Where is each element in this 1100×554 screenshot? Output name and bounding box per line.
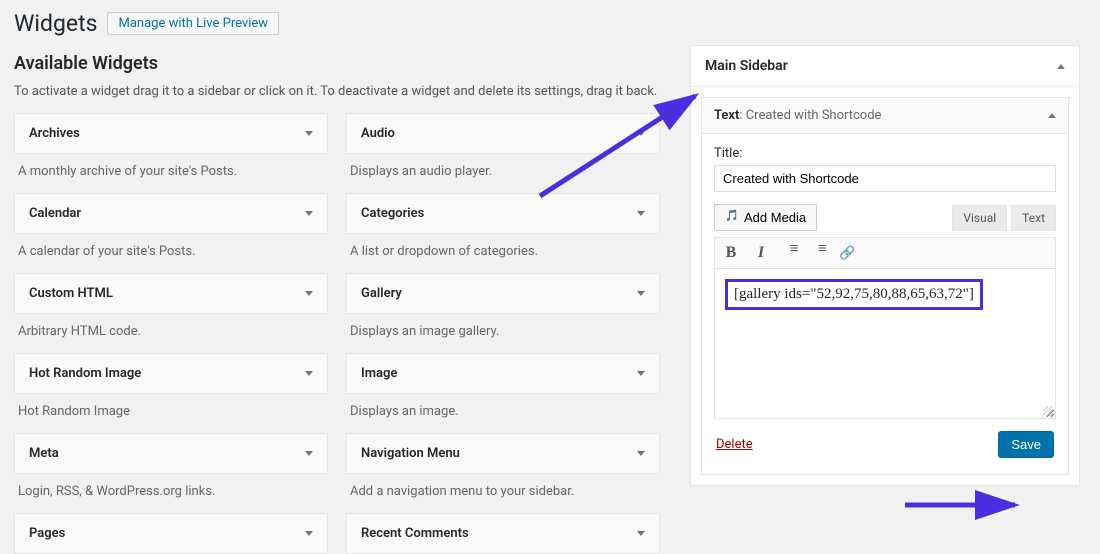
- available-widget-header[interactable]: Categories: [346, 193, 660, 234]
- bullet-list-button[interactable]: [783, 244, 797, 258]
- available-widget-name: Categories: [361, 206, 424, 221]
- title-input[interactable]: [714, 165, 1056, 192]
- available-widget-name: Hot Random Image: [29, 366, 141, 381]
- sidebar-area-title: Main Sidebar: [705, 58, 788, 74]
- available-widget-header[interactable]: Meta: [14, 433, 328, 474]
- available-widget-desc: Displays an image gallery.: [346, 314, 660, 353]
- available-widget: Gallery Displays an image gallery.: [346, 273, 660, 353]
- chevron-down-icon: [637, 211, 645, 216]
- available-widget-desc: Displays an audio player.: [346, 154, 660, 193]
- chevron-down-icon: [637, 531, 645, 536]
- available-widget: Calendar A calendar of your site's Posts.: [14, 193, 328, 273]
- delete-link[interactable]: Delete: [716, 437, 753, 452]
- italic-button[interactable]: I: [753, 244, 769, 262]
- sidebar-area-header[interactable]: Main Sidebar: [691, 46, 1079, 87]
- live-preview-button[interactable]: Manage with Live Preview: [107, 12, 279, 35]
- available-widget-header[interactable]: Archives: [14, 113, 328, 154]
- chevron-down-icon: [305, 131, 313, 136]
- chevron-down-icon: [305, 451, 313, 456]
- available-widget-name: Pages: [29, 526, 65, 541]
- available-widget-header[interactable]: Navigation Menu: [346, 433, 660, 474]
- available-widget-header[interactable]: Calendar: [14, 193, 328, 234]
- available-widget-desc: A monthly archive of your site's Posts.: [14, 154, 328, 193]
- available-widget: Hot Random Image Hot Random Image: [14, 353, 328, 433]
- available-widget-desc: Login, RSS, & WordPress.org links.: [14, 474, 328, 513]
- widget-text-header[interactable]: Text: Created with Shortcode: [701, 97, 1069, 134]
- chevron-up-icon: [1048, 113, 1056, 118]
- chevron-down-icon: [305, 291, 313, 296]
- bold-button[interactable]: B: [723, 244, 739, 262]
- number-list-button[interactable]: [811, 244, 825, 258]
- chevron-up-icon: [1057, 64, 1065, 69]
- add-media-label: Add Media: [744, 210, 806, 225]
- tab-visual[interactable]: Visual: [952, 205, 1007, 231]
- chevron-down-icon: [305, 371, 313, 376]
- available-widget-name: Image: [361, 366, 397, 381]
- resize-handle-icon[interactable]: [1043, 406, 1053, 416]
- available-widget: Navigation Menu Add a navigation menu to …: [346, 433, 660, 513]
- chevron-down-icon: [305, 211, 313, 216]
- available-widget-desc: Hot Random Image: [14, 394, 328, 433]
- available-widget: Meta Login, RSS, & WordPress.org links.: [14, 433, 328, 513]
- available-widgets-hint: To activate a widget drag it to a sideba…: [14, 84, 660, 99]
- chevron-down-icon: [637, 451, 645, 456]
- available-widget-header[interactable]: Gallery: [346, 273, 660, 314]
- content-editor[interactable]: [gallery ids="52,92,75,80,88,65,63,72"]: [714, 269, 1056, 419]
- shortcode-text: [gallery ids="52,92,75,80,88,65,63,72"]: [725, 279, 983, 310]
- available-widget-name: Calendar: [29, 206, 81, 221]
- widget-instance-name: Created with Shortcode: [746, 108, 882, 123]
- page-title: Widgets: [14, 10, 97, 37]
- available-widget-desc: A list or dropdown of categories.: [346, 234, 660, 273]
- available-widget: Image Displays an image.: [346, 353, 660, 433]
- available-widget-name: Navigation Menu: [361, 446, 460, 461]
- available-widget: Archives A monthly archive of your site's…: [14, 113, 328, 193]
- available-widget-name: Audio: [361, 126, 395, 141]
- available-widget-header[interactable]: Pages: [14, 513, 328, 554]
- available-widget-header[interactable]: Audio: [346, 113, 660, 154]
- available-widget-name: Recent Comments: [361, 526, 469, 541]
- available-widget: Recent Comments: [346, 513, 660, 554]
- chevron-down-icon: [305, 531, 313, 536]
- chevron-down-icon: [637, 291, 645, 296]
- available-widget-desc: Add a navigation menu to your sidebar.: [346, 474, 660, 513]
- available-widget-name: Meta: [29, 446, 59, 461]
- available-widget-name: Gallery: [361, 286, 402, 301]
- media-icon: [725, 211, 739, 225]
- add-media-button[interactable]: Add Media: [714, 204, 817, 231]
- chevron-down-icon: [637, 371, 645, 376]
- save-button[interactable]: Save: [998, 431, 1054, 458]
- available-widget-header[interactable]: Hot Random Image: [14, 353, 328, 394]
- available-widget-name: Custom HTML: [29, 286, 113, 301]
- available-widget-header[interactable]: Custom HTML: [14, 273, 328, 314]
- available-widget-name: Archives: [29, 126, 80, 141]
- available-widget-desc: A calendar of your site's Posts.: [14, 234, 328, 273]
- available-widget: Custom HTML Arbitrary HTML code.: [14, 273, 328, 353]
- available-widgets-heading: Available Widgets: [14, 53, 660, 74]
- available-widget: Audio Displays an audio player.: [346, 113, 660, 193]
- chevron-down-icon: [637, 131, 645, 136]
- available-widget-desc: Arbitrary HTML code.: [14, 314, 328, 353]
- available-widget-header[interactable]: Recent Comments: [346, 513, 660, 554]
- available-widget: Pages: [14, 513, 328, 554]
- link-button[interactable]: [839, 244, 855, 262]
- widget-type-label: Text: [714, 108, 739, 123]
- available-widget: Categories A list or dropdown of categori…: [346, 193, 660, 273]
- available-widget-desc: Displays an image.: [346, 394, 660, 433]
- title-field-label: Title:: [714, 146, 1056, 161]
- editor-toolbar: B I: [714, 237, 1056, 269]
- available-widget-header[interactable]: Image: [346, 353, 660, 394]
- tab-text[interactable]: Text: [1011, 205, 1056, 231]
